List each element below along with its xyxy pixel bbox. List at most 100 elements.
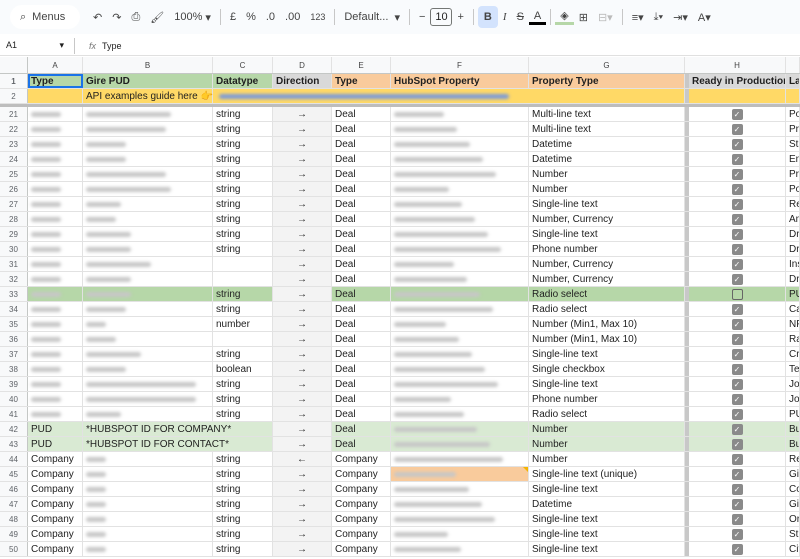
checkbox-checked[interactable]: ✓ <box>731 513 743 525</box>
cell-label[interactable]: NP <box>786 317 800 331</box>
cell-object-type[interactable]: Deal <box>332 332 391 346</box>
checkbox-checked[interactable]: ✓ <box>731 183 743 195</box>
cell-datatype[interactable]: string <box>213 107 273 121</box>
cell-object-type[interactable]: Deal <box>332 392 391 406</box>
cell-property-type[interactable]: Multi-line text <box>529 122 685 136</box>
text-color-button[interactable]: A <box>528 9 547 25</box>
checkbox-checked[interactable]: ✓ <box>731 258 743 270</box>
cell-datatype[interactable]: string <box>213 302 273 316</box>
checkbox-checked[interactable]: ✓ <box>731 123 743 135</box>
cell-direction[interactable]: ← <box>273 452 332 466</box>
cell-type[interactable] <box>28 377 83 391</box>
checkbox-checked[interactable]: ✓ <box>731 243 743 255</box>
cell-type[interactable] <box>28 122 83 136</box>
currency-button[interactable]: £ <box>225 6 241 28</box>
increase-font-size-button[interactable]: + <box>452 6 468 28</box>
cell-datatype[interactable]: string <box>213 482 273 496</box>
cell-datatype[interactable] <box>213 257 273 271</box>
cell-label[interactable]: Org <box>786 512 800 526</box>
cell-object-type[interactable]: Company <box>332 542 391 556</box>
cell-property-type[interactable]: Number, Currency <box>529 257 685 271</box>
cell-direction[interactable]: → <box>273 122 332 136</box>
cell-datatype[interactable]: string <box>213 527 273 541</box>
cell-direction[interactable]: → <box>273 227 332 241</box>
cell-label[interactable]: Re <box>786 197 800 211</box>
cell-type[interactable] <box>28 272 83 286</box>
cell-pud[interactable] <box>83 152 213 166</box>
cell-type[interactable] <box>28 137 83 151</box>
row-number[interactable]: 35 <box>0 317 28 331</box>
cell-hubspot-property[interactable] <box>391 152 529 166</box>
cell-property-type[interactable]: Number <box>529 452 685 466</box>
cell-type[interactable] <box>28 197 83 211</box>
cell-datatype[interactable]: string <box>213 512 273 526</box>
cell-datatype[interactable]: string <box>213 467 273 481</box>
cell-direction[interactable]: → <box>273 302 332 316</box>
cell-direction[interactable]: → <box>273 287 332 301</box>
checkbox-checked[interactable]: ✓ <box>731 273 743 285</box>
cell-pud[interactable] <box>83 512 213 526</box>
checkbox-checked[interactable]: ✓ <box>731 483 743 495</box>
cell-datatype[interactable]: string <box>213 197 273 211</box>
row-number[interactable]: 31 <box>0 257 28 271</box>
cell-pud[interactable] <box>83 452 213 466</box>
cell-object-type[interactable]: Deal <box>332 122 391 136</box>
cell-type[interactable]: Company <box>28 452 83 466</box>
cell-property-type[interactable]: Datetime <box>529 137 685 151</box>
cell-object-type[interactable]: Deal <box>332 317 391 331</box>
cell-datatype[interactable] <box>213 272 273 286</box>
checkbox-checked[interactable]: ✓ <box>731 138 743 150</box>
cell-hubspot-property[interactable] <box>391 212 529 226</box>
checkbox-checked[interactable]: ✓ <box>731 228 743 240</box>
cell-pud[interactable] <box>83 107 213 121</box>
text-rotation-icon[interactable]: A▾ <box>693 6 716 28</box>
cell-direction[interactable]: → <box>273 467 332 481</box>
cell-pud[interactable] <box>83 242 213 256</box>
cell-hubspot-property[interactable] <box>391 167 529 181</box>
cell-datatype[interactable]: string <box>213 407 273 421</box>
cell-hubspot-property[interactable] <box>391 377 529 391</box>
checkbox-checked[interactable]: ✓ <box>731 213 743 225</box>
checkbox-checked[interactable]: ✓ <box>731 303 743 315</box>
cell-object-type[interactable]: Company <box>332 467 391 481</box>
col-header-i[interactable] <box>786 57 800 73</box>
merge-cells-icon[interactable]: ⊟▾ <box>593 6 618 28</box>
cell-direction[interactable]: → <box>273 137 332 151</box>
cell-object-type[interactable]: Deal <box>332 302 391 316</box>
cell-property-type[interactable]: Number, Currency <box>529 272 685 286</box>
cell-label[interactable]: Dri <box>786 242 800 256</box>
cell-direction[interactable]: → <box>273 152 332 166</box>
cell-direction[interactable]: → <box>273 197 332 211</box>
checkbox-checked[interactable]: ✓ <box>731 348 743 360</box>
cell-type[interactable] <box>28 257 83 271</box>
cell-object-type[interactable]: Deal <box>332 182 391 196</box>
cell-datatype[interactable]: string <box>213 497 273 511</box>
cell-property-type[interactable]: Number (Min1, Max 10) <box>529 332 685 346</box>
cell-label[interactable]: Gir <box>786 497 800 511</box>
row-number[interactable]: 28 <box>0 212 28 226</box>
cell-label[interactable]: Pos <box>786 182 800 196</box>
cell-type[interactable]: Company <box>28 527 83 541</box>
cell-direction[interactable]: → <box>273 272 332 286</box>
checkbox-unchecked[interactable] <box>731 288 743 300</box>
row-number[interactable]: 47 <box>0 497 28 511</box>
cell-type[interactable]: Company <box>28 482 83 496</box>
row-number[interactable]: 34 <box>0 302 28 316</box>
cell-label[interactable]: Buy <box>786 437 800 451</box>
cell-datatype[interactable]: string <box>213 137 273 151</box>
cell-datatype[interactable]: string <box>213 182 273 196</box>
cell-type[interactable] <box>28 317 83 331</box>
cell-property-type[interactable]: Single-line text <box>529 347 685 361</box>
cell-h1[interactable]: Ready in Production <box>689 74 786 88</box>
cell-type[interactable] <box>28 152 83 166</box>
cell-pud[interactable] <box>83 302 213 316</box>
vertical-align-icon[interactable]: ⤓▾ <box>649 6 668 28</box>
formula-input[interactable]: Type <box>102 41 122 51</box>
cell-type[interactable]: Company <box>28 512 83 526</box>
cell-i2[interactable] <box>786 89 800 103</box>
cell-property-type[interactable]: Datetime <box>529 152 685 166</box>
cell-property-type[interactable]: Single-line text <box>529 482 685 496</box>
cell-hubspot-property[interactable] <box>391 137 529 151</box>
cell-property-type[interactable]: Single-line text <box>529 512 685 526</box>
cell-label[interactable]: Dri <box>786 227 800 241</box>
